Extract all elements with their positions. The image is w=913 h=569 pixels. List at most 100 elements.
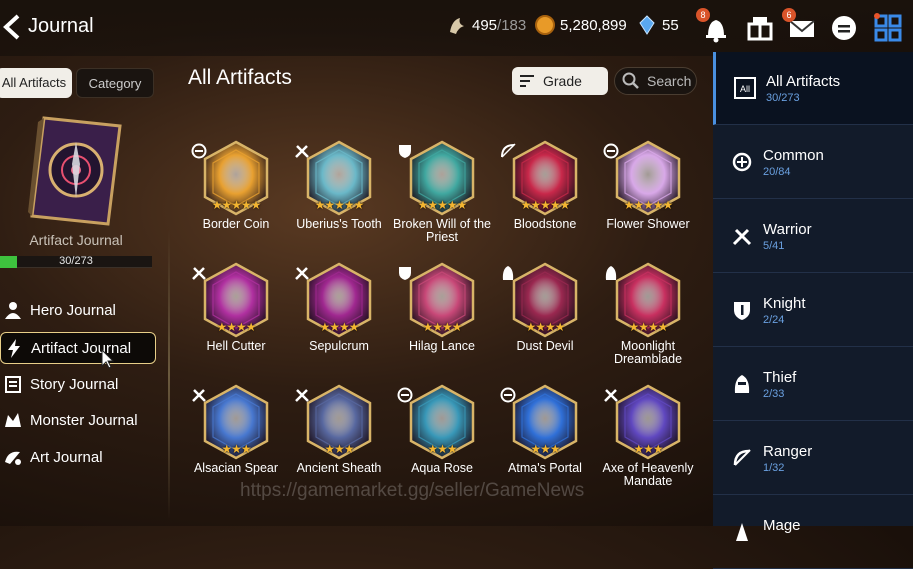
guild-icon [747,17,773,41]
skystone-display[interactable]: 55 [636,14,679,36]
category-mage[interactable]: Mage [713,496,913,569]
warrior-class-icon [604,389,618,402]
artifact-name: Atma's Portal [508,461,582,475]
sort-grade-button[interactable]: Grade [512,67,608,95]
warrior-class-icon [295,145,309,158]
tab-category[interactable]: Category [76,68,154,98]
nav-hero-journal[interactable]: Hero Journal [0,294,156,326]
guild-button[interactable] [744,12,776,44]
star-rating: ★★★ [530,442,560,456]
back-arrow-icon[interactable] [2,12,24,42]
category-name: All Artifacts [766,73,841,90]
star-rating: ★★★★★ [520,198,571,212]
scroll-icon [5,376,21,393]
category-count: 20/84 [763,166,791,178]
category-count: 1/32 [763,462,785,474]
nav-label: Artifact Journal [31,339,132,357]
star-rating: ★★★★★ [623,198,674,212]
artifact-card[interactable]: ★★★★ Dust Devil [497,262,593,382]
artifact-card[interactable]: ★★★★ Sepulcrum [291,262,387,382]
category-knight[interactable]: Knight 2/24 [713,274,913,347]
nav-artifact-journal[interactable]: Artifact Journal [0,332,156,364]
nav-label: Art Journal [30,448,103,466]
artifact-card[interactable]: ★★★★★ Flower Shower [600,140,696,260]
artifact-name: Dust Devil [516,339,574,353]
chat-icon [832,16,856,40]
sort-icon [520,75,534,87]
progress-text: 30/273 [59,255,93,267]
nav-label: Monster Journal [30,411,138,429]
nav-monster-journal[interactable]: Monster Journal [0,404,156,436]
search-button[interactable]: Search [614,67,697,95]
artifact-card[interactable]: ★★★★★ Uberius's Tooth [291,140,387,260]
star-rating: ★★★★ [628,320,668,334]
artifact-name: Border Coin [202,217,270,231]
star-rating: ★★★★ [319,320,359,334]
artifact-card[interactable]: ★★★★ Hell Cutter [188,262,284,382]
artifact-card[interactable]: ★★★ Axe of Heavenly Mandate [600,384,696,504]
mage-icon [736,523,748,541]
category-count: 30/273 [766,92,800,104]
category-count: 2/24 [763,314,785,326]
nav-art-journal[interactable]: Art Journal [0,441,156,473]
star-rating: ★★★★ [525,320,565,334]
hero-icon [5,302,21,319]
star-rating: ★★★ [633,442,663,456]
top-bar: Journal 495 /183 5,280,899 55 8 6 [0,0,913,56]
artifact-name: Flower Shower [606,217,690,231]
grid-menu-icon [874,13,902,42]
star-rating: ★★★ [324,442,354,456]
artifact-name: Ancient Sheath [296,461,382,475]
star-rating: ★★★ [221,442,251,456]
star-rating: ★★★★ [216,320,256,334]
menu-button[interactable] [872,12,904,44]
category-name: Common [763,147,824,164]
tab-all-artifacts[interactable]: All Artifacts [0,68,72,98]
star-rating: ★★★★★ [314,198,365,212]
panel-divider [168,230,170,520]
category-common[interactable]: Common 20/84 [713,126,913,199]
category-count: 5/41 [763,240,785,252]
notifications-button[interactable]: 8 [696,8,732,44]
gold-value: 5,280,899 [560,16,627,34]
star-rating: ★★★★★ [211,198,262,212]
thief-class-icon [502,266,514,280]
artifact-name: Uberius's Tooth [296,217,382,231]
artifact-name: Sepulcrum [309,339,369,353]
artifact-journal-book-image [28,116,122,226]
watermark: https://gamemarket.gg/seller/GameNews [240,480,585,501]
stamina-display[interactable]: 495 /183 [446,14,526,36]
category-warrior[interactable]: Warrior 5/41 [713,200,913,273]
all-icon: All [734,77,756,99]
category-ranger[interactable]: Ranger 1/32 [713,422,913,495]
mail-badge: 6 [782,8,796,22]
notifications-badge: 8 [696,8,710,22]
svg-text:All: All [740,84,750,94]
artifact-card[interactable]: ★★★★★ Bloodstone [497,140,593,260]
chat-button[interactable] [828,12,860,44]
common-class-icon [397,387,413,403]
artifact-name: Aqua Rose [411,461,473,475]
category-all-artifacts[interactable]: All All Artifacts 30/273 [713,52,913,125]
gold-display[interactable]: 5,280,899 [534,14,627,36]
ranger-class-icon [501,143,516,158]
book-label: Artifact Journal [29,232,123,248]
category-count: 2/33 [763,388,785,400]
stamina-value: 495 [472,16,498,34]
monster-icon [5,413,21,427]
ranger-icon [733,449,751,466]
stamina-icon [450,18,464,34]
mail-button[interactable]: 6 [782,8,818,44]
artifact-name: Moonlight Dreamblade [613,339,683,366]
artifact-name: Axe of Heavenly Mandate [602,461,694,488]
artifact-card[interactable]: ★★★★ Moonlight Dreamblade [600,262,696,382]
stamina-max: /183 [497,16,527,34]
artifact-card[interactable]: ★★★★★ Border Coin [188,140,284,260]
artifact-card[interactable]: ★★★★ Hilag Lance [394,262,490,382]
star-rating: ★★★★ [422,320,462,334]
artifact-name: Hilag Lance [408,339,475,353]
artifact-card[interactable]: ★★★★★ Broken Will of the Priest [393,140,491,260]
warrior-class-icon [295,389,309,402]
category-thief[interactable]: Thief 2/33 [713,348,913,421]
nav-story-journal[interactable]: Story Journal [0,368,156,400]
